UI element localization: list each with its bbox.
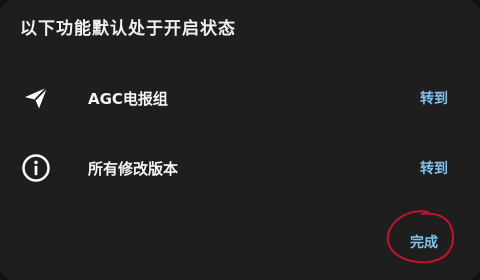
- done-area: 完成: [382, 206, 458, 268]
- row-agc-telegram-group[interactable]: AGC电报组 转到: [0, 73, 480, 123]
- goto-button[interactable]: 转到: [420, 158, 448, 178]
- goto-button[interactable]: 转到: [420, 88, 448, 108]
- info-icon: [20, 152, 52, 184]
- row-label: AGC电报组: [88, 89, 168, 108]
- send-icon: [20, 82, 52, 114]
- dialog-title: 以下功能默认处于开启状态: [20, 19, 236, 39]
- row-all-mod-versions[interactable]: 所有修改版本 转到: [0, 143, 480, 193]
- features-dialog: 以下功能默认处于开启状态 AGC电报组 转到 所有修改版本 转到 完成: [0, 0, 480, 280]
- row-label: 所有修改版本: [88, 159, 179, 178]
- done-button[interactable]: 完成: [410, 232, 438, 252]
